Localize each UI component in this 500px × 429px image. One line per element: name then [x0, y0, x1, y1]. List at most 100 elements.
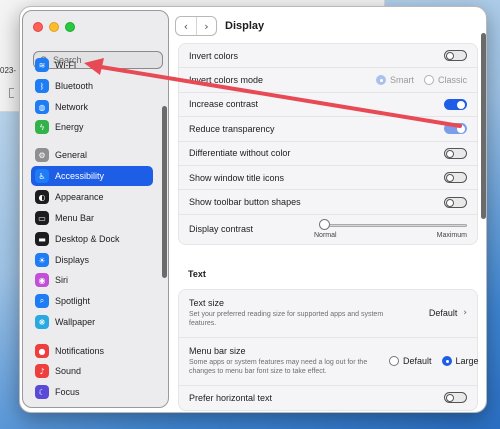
slider-track	[323, 224, 467, 228]
menu-bar-size-row: Menu bar size Some apps or system featur…	[179, 338, 479, 386]
sidebar-item-accessibility[interactable]: ♿ Accessibility	[31, 166, 153, 186]
text-size-row[interactable]: Text size Set your preferred reading siz…	[179, 290, 477, 338]
display-contrast-row: Display contrast Normal Maximum	[179, 215, 477, 244]
chevron-right-icon: ›	[463, 308, 467, 319]
navigation-buttons: ‹ ›	[175, 16, 217, 36]
menu-bar-size-label: Menu bar size	[189, 346, 246, 357]
menu-default-label: Default	[403, 356, 432, 367]
toolbar-shapes-row: Show toolbar button shapes	[179, 190, 477, 215]
sidebar-item-wallpaper[interactable]: ❋ Wallpaper	[31, 312, 153, 332]
increase-contrast-toggle[interactable]	[444, 98, 467, 110]
prefer-horizontal-label: Prefer horizontal text	[189, 392, 273, 403]
bell-icon: ●	[35, 344, 49, 358]
menu-default-radio[interactable]: Default	[389, 356, 432, 367]
sidebar-item-network[interactable]: ◍ Network	[31, 97, 153, 117]
display-icon: ☀	[35, 253, 49, 267]
content-scrollbar[interactable]	[481, 33, 486, 219]
system-settings-window: Search ≋ Wi-Fi ᛒ Bluetooth ◍ Network ϟ Energy ⚙ G…	[19, 6, 487, 413]
prefer-horizontal-toggle[interactable]	[444, 392, 467, 404]
mode-classic-radio-indicator	[423, 75, 434, 86]
mode-classic-radio[interactable]: Classic	[423, 75, 467, 86]
reduce-transparency-label: Reduce transparency	[189, 123, 275, 134]
window-controls	[33, 22, 75, 32]
sidebar-item-label: Siri	[55, 275, 68, 285]
sidebar-item-sound[interactable]: ♪ Sound	[31, 361, 153, 381]
sidebar-item-wi-fi[interactable]: ≋ Wi-Fi	[31, 55, 153, 75]
sidebar-item-notifications[interactable]: ● Notifications	[31, 341, 153, 361]
speaker-icon: ♪	[35, 364, 49, 378]
title-icons-toggle[interactable]	[444, 172, 467, 184]
sidebar-item-label: Wallpaper	[55, 317, 96, 327]
forward-button[interactable]: ›	[196, 17, 216, 35]
menu-large-label: Large	[455, 356, 479, 367]
sidebar-item-menu-bar[interactable]: ▭ Menu Bar	[31, 208, 153, 228]
sidebar-item-label: Menu Bar	[55, 213, 95, 223]
differentiate-toggle[interactable]	[444, 147, 467, 159]
slider-thumb[interactable]	[319, 219, 330, 231]
sidebar-item-appearance[interactable]: ◐ Appearance	[31, 187, 153, 207]
sidebar-item-bluetooth[interactable]: ᛒ Bluetooth	[31, 76, 153, 96]
sidebar-item-energy[interactable]: ϟ Energy	[31, 117, 153, 137]
appearance-icon: ◐	[35, 190, 49, 204]
invert-colors-label: Invert colors	[189, 50, 239, 61]
bluetooth-icon: ᛒ	[35, 79, 49, 93]
sidebar-item-label: Desktop & Dock	[55, 234, 120, 244]
sidebar-item-label: Notifications	[55, 346, 105, 356]
background-document-mark	[9, 88, 14, 98]
slider-min-label: Normal	[314, 232, 337, 240]
title-icons-label: Show window title icons	[189, 172, 285, 183]
display-group: Invert colors Invert colors mode Smart C…	[178, 43, 478, 245]
sidebar-item-label: Bluetooth	[55, 81, 94, 91]
close-window-button[interactable]	[33, 22, 43, 32]
dock-icon: ▬	[35, 232, 49, 246]
prefer-horizontal-row: Prefer horizontal text	[179, 386, 477, 410]
globe-icon: ◍	[35, 100, 49, 114]
sidebar-item-label: Energy	[55, 122, 84, 132]
wifi-icon: ≋	[35, 58, 49, 72]
menu-large-radio-indicator	[441, 356, 452, 367]
invert-colors-toggle[interactable]	[444, 50, 467, 62]
sidebar: Search ≋ Wi-Fi ᛒ Bluetooth ◍ Network ϟ Energy ⚙ G…	[22, 10, 169, 408]
reduce-transparency-toggle[interactable]	[444, 123, 467, 135]
sidebar-item-focus[interactable]: ☾ Focus	[31, 382, 153, 402]
sidebar-item-label: Wi-Fi	[55, 60, 76, 70]
sidebar-scrollbar[interactable]	[162, 106, 167, 278]
text-size-label: Text size	[189, 298, 225, 309]
sidebar-item-label: Appearance	[55, 192, 104, 202]
invert-colors-mode-row: Invert colors mode Smart Classic	[179, 68, 477, 93]
title-icons-row: Show window title icons	[179, 166, 477, 191]
toolbar-shapes-label: Show toolbar button shapes	[189, 197, 301, 208]
invert-colors-mode-label: Invert colors mode	[189, 75, 264, 86]
menu-large-radio[interactable]: Large	[441, 356, 479, 367]
sidebar-item-displays[interactable]: ☀ Displays	[31, 250, 153, 270]
sidebar-item-label: Displays	[55, 255, 90, 265]
wallpaper-icon: ❋	[35, 315, 49, 329]
invert-colors-row: Invert colors	[179, 44, 477, 69]
text-group: Text size Set your preferred reading siz…	[178, 288, 479, 412]
mode-smart-radio[interactable]: Smart	[375, 75, 414, 86]
sidebar-item-label: Network	[55, 102, 89, 112]
sidebar-item-spotlight[interactable]: ⌕ Spotlight	[31, 291, 153, 311]
zoom-window-button[interactable]	[65, 22, 75, 32]
menu-default-radio-indicator	[389, 356, 399, 367]
sidebar-item-general[interactable]: ⚙ General	[31, 145, 153, 165]
minimize-window-button[interactable]	[49, 22, 59, 32]
increase-contrast-row: Increase contrast	[179, 93, 477, 118]
toolbar-shapes-toggle[interactable]	[444, 196, 467, 208]
siri-icon: ◉	[35, 273, 49, 287]
settings-content: Invert colors Invert colors mode Smart C…	[178, 43, 479, 412]
sidebar-item-label: Spotlight	[55, 296, 91, 306]
display-contrast-slider[interactable]: Normal Maximum	[314, 218, 467, 240]
sidebar-item-label: Accessibility	[55, 171, 105, 181]
menu-bar-icon: ▭	[35, 211, 49, 225]
background-document-text: 023-	[0, 66, 17, 75]
mode-smart-radio-indicator	[375, 75, 386, 86]
gear-icon: ⚙	[35, 148, 49, 162]
spotlight-icon: ⌕	[35, 294, 49, 308]
page-title: Display	[225, 20, 265, 32]
sidebar-item-label: Sound	[55, 366, 82, 376]
sidebar-item-desktop-dock[interactable]: ▬ Desktop & Dock	[31, 229, 153, 249]
back-button[interactable]: ‹	[176, 17, 196, 35]
sidebar-item-siri[interactable]: ◉ Siri	[31, 270, 153, 290]
accessibility-icon: ♿	[35, 169, 49, 183]
